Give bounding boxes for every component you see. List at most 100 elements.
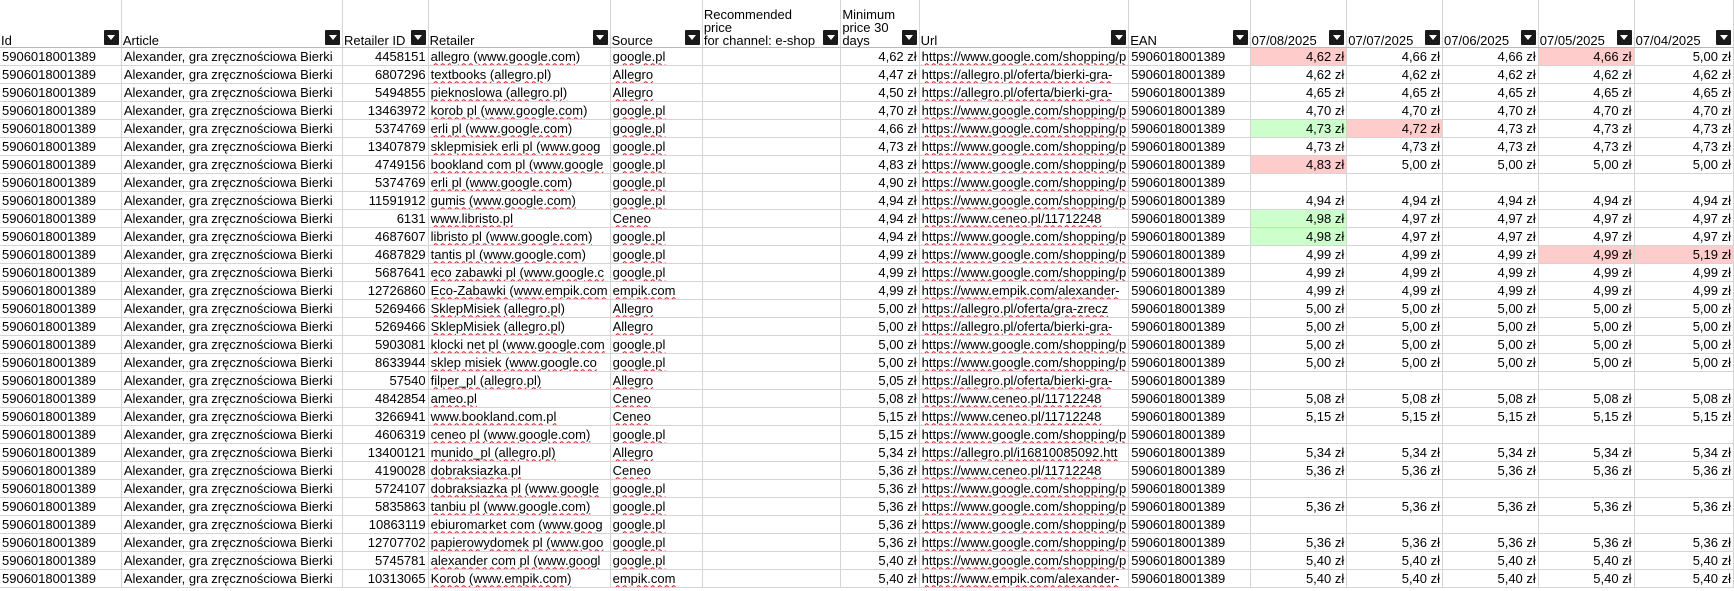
cell-id[interactable]: 5906018001389 [0, 551, 122, 570]
cell-url[interactable]: https://www.ceneo.pl/11712248 [919, 461, 1130, 480]
cell-url[interactable]: https://www.google.com/shopping/p [919, 47, 1130, 66]
cell-d4[interactable]: 5,00 zł [1538, 155, 1635, 174]
cell-article[interactable]: Alexander, gra zręcznościowa Bierki [121, 479, 344, 498]
cell-retailer[interactable]: pieknoslowa (allegro.pl) [428, 83, 611, 102]
cell-url[interactable]: https://allegro.pl/oferta/bierki-gra- [919, 83, 1130, 102]
cell-source[interactable]: google.pl [610, 335, 703, 354]
cell-d1[interactable]: 5,40 zł [1250, 569, 1348, 588]
column-header-d5[interactable]: 07/04/2025 [1634, 0, 1734, 48]
cell-retailer_id[interactable]: 8633944 [342, 353, 429, 372]
cell-d2[interactable]: 5,00 zł [1346, 353, 1444, 372]
cell-d5[interactable]: 5,08 zł [1634, 389, 1734, 408]
cell-id[interactable]: 5906018001389 [0, 479, 122, 498]
cell-ean[interactable]: 5906018001389 [1128, 335, 1251, 354]
cell-id[interactable]: 5906018001389 [0, 299, 122, 318]
cell-url[interactable]: https://www.google.com/shopping/p [919, 425, 1130, 444]
cell-recommended[interactable] [702, 569, 842, 588]
cell-recommended[interactable] [702, 497, 842, 516]
cell-min30[interactable]: 5,40 zł [840, 551, 920, 570]
cell-article[interactable]: Alexander, gra zręcznościowa Bierki [121, 191, 344, 210]
cell-retailer[interactable]: sklep misiek (www.google.co [428, 353, 611, 372]
cell-retailer[interactable]: filper_pl (allegro.pl) [428, 371, 611, 390]
cell-d4[interactable]: 5,36 zł [1538, 533, 1635, 552]
cell-id[interactable]: 5906018001389 [0, 191, 122, 210]
cell-source[interactable]: google.pl [610, 497, 703, 516]
cell-retailer_id[interactable]: 3266941 [342, 407, 429, 426]
cell-d5[interactable] [1634, 371, 1734, 390]
cell-d2[interactable]: 5,00 zł [1346, 299, 1444, 318]
cell-retailer_id[interactable]: 4606319 [342, 425, 429, 444]
cell-source[interactable]: Allegro [610, 65, 703, 84]
cell-url[interactable]: https://www.google.com/shopping/p [919, 551, 1130, 570]
cell-retailer_id[interactable]: 13400121 [342, 443, 429, 462]
cell-min30[interactable]: 4,99 zł [840, 281, 920, 300]
cell-d5[interactable]: 5,15 zł [1634, 407, 1734, 426]
cell-d2[interactable]: 5,00 zł [1346, 155, 1444, 174]
cell-recommended[interactable] [702, 137, 842, 156]
cell-ean[interactable]: 5906018001389 [1128, 263, 1251, 282]
cell-retailer_id[interactable]: 12707702 [342, 533, 429, 552]
cell-d3[interactable]: 5,00 zł [1442, 317, 1539, 336]
column-header-d3[interactable]: 07/06/2025 [1442, 0, 1539, 48]
cell-retailer[interactable]: ceneo pl (www.google.com) [428, 425, 611, 444]
cell-source[interactable]: Allegro [610, 317, 703, 336]
cell-d5[interactable]: 4,62 zł [1634, 65, 1734, 84]
cell-url[interactable]: https://www.google.com/shopping/p [919, 173, 1130, 192]
cell-d2[interactable] [1346, 371, 1444, 390]
cell-recommended[interactable] [702, 191, 842, 210]
cell-recommended[interactable] [702, 479, 842, 498]
cell-d4[interactable]: 4,73 zł [1538, 119, 1635, 138]
cell-id[interactable]: 5906018001389 [0, 209, 122, 228]
cell-url[interactable]: https://allegro.pl/oferta/gra-zrecz [919, 299, 1130, 318]
cell-min30[interactable]: 5,36 zł [840, 515, 920, 534]
cell-url[interactable]: https://www.google.com/shopping/p [919, 155, 1130, 174]
cell-ean[interactable]: 5906018001389 [1128, 191, 1251, 210]
filter-dropdown-icon[interactable] [684, 29, 700, 45]
cell-d4[interactable]: 4,73 zł [1538, 137, 1635, 156]
filter-dropdown-icon[interactable] [1111, 29, 1127, 45]
cell-d1[interactable]: 4,73 zł [1250, 119, 1348, 138]
cell-d4[interactable]: 4,94 zł [1538, 191, 1635, 210]
cell-retailer[interactable]: gumis (www.google.com) [428, 191, 611, 210]
cell-min30[interactable]: 4,73 zł [840, 137, 920, 156]
cell-min30[interactable]: 4,83 zł [840, 155, 920, 174]
cell-d5[interactable]: 4,94 zł [1634, 191, 1734, 210]
cell-id[interactable]: 5906018001389 [0, 173, 122, 192]
cell-d3[interactable]: 5,08 zł [1442, 389, 1539, 408]
cell-url[interactable]: https://www.ceneo.pl/11712248 [919, 407, 1130, 426]
cell-d2[interactable] [1346, 515, 1444, 534]
cell-id[interactable]: 5906018001389 [0, 569, 122, 588]
cell-ean[interactable]: 5906018001389 [1128, 227, 1251, 246]
cell-source[interactable]: google.pl [610, 425, 703, 444]
cell-retailer_id[interactable]: 5374769 [342, 119, 429, 138]
cell-retailer[interactable]: klocki net pl (www.google.com [428, 335, 611, 354]
cell-retailer_id[interactable]: 5745781 [342, 551, 429, 570]
cell-min30[interactable]: 4,50 zł [840, 83, 920, 102]
cell-recommended[interactable] [702, 83, 842, 102]
cell-d3[interactable]: 5,00 zł [1442, 299, 1539, 318]
cell-source[interactable]: Ceneo [610, 407, 703, 426]
filter-dropdown-icon[interactable] [592, 29, 608, 45]
cell-source[interactable]: Allegro [610, 371, 703, 390]
cell-source[interactable]: google.pl [610, 353, 703, 372]
cell-d4[interactable]: 5,40 zł [1538, 551, 1635, 570]
cell-id[interactable]: 5906018001389 [0, 227, 122, 246]
filter-dropdown-icon[interactable] [103, 29, 119, 45]
cell-url[interactable]: https://www.google.com/shopping/p [919, 119, 1130, 138]
cell-retailer[interactable]: tantis pl (www.google.com) [428, 245, 611, 264]
cell-d4[interactable] [1538, 371, 1635, 390]
cell-d5[interactable]: 5,00 zł [1634, 317, 1734, 336]
cell-d2[interactable]: 5,00 zł [1346, 317, 1444, 336]
cell-retailer[interactable]: bookland com pl (www.google [428, 155, 611, 174]
cell-d4[interactable]: 5,15 zł [1538, 407, 1635, 426]
cell-id[interactable]: 5906018001389 [0, 83, 122, 102]
filter-dropdown-icon[interactable] [1520, 29, 1536, 45]
cell-min30[interactable]: 4,94 zł [840, 191, 920, 210]
cell-d2[interactable]: 4,97 zł [1346, 227, 1444, 246]
cell-recommended[interactable] [702, 245, 842, 264]
cell-min30[interactable]: 5,15 zł [840, 407, 920, 426]
cell-article[interactable]: Alexander, gra zręcznościowa Bierki [121, 281, 344, 300]
cell-d1[interactable]: 4,98 zł [1250, 209, 1348, 228]
cell-d4[interactable]: 4,99 zł [1538, 245, 1635, 264]
cell-recommended[interactable] [702, 443, 842, 462]
